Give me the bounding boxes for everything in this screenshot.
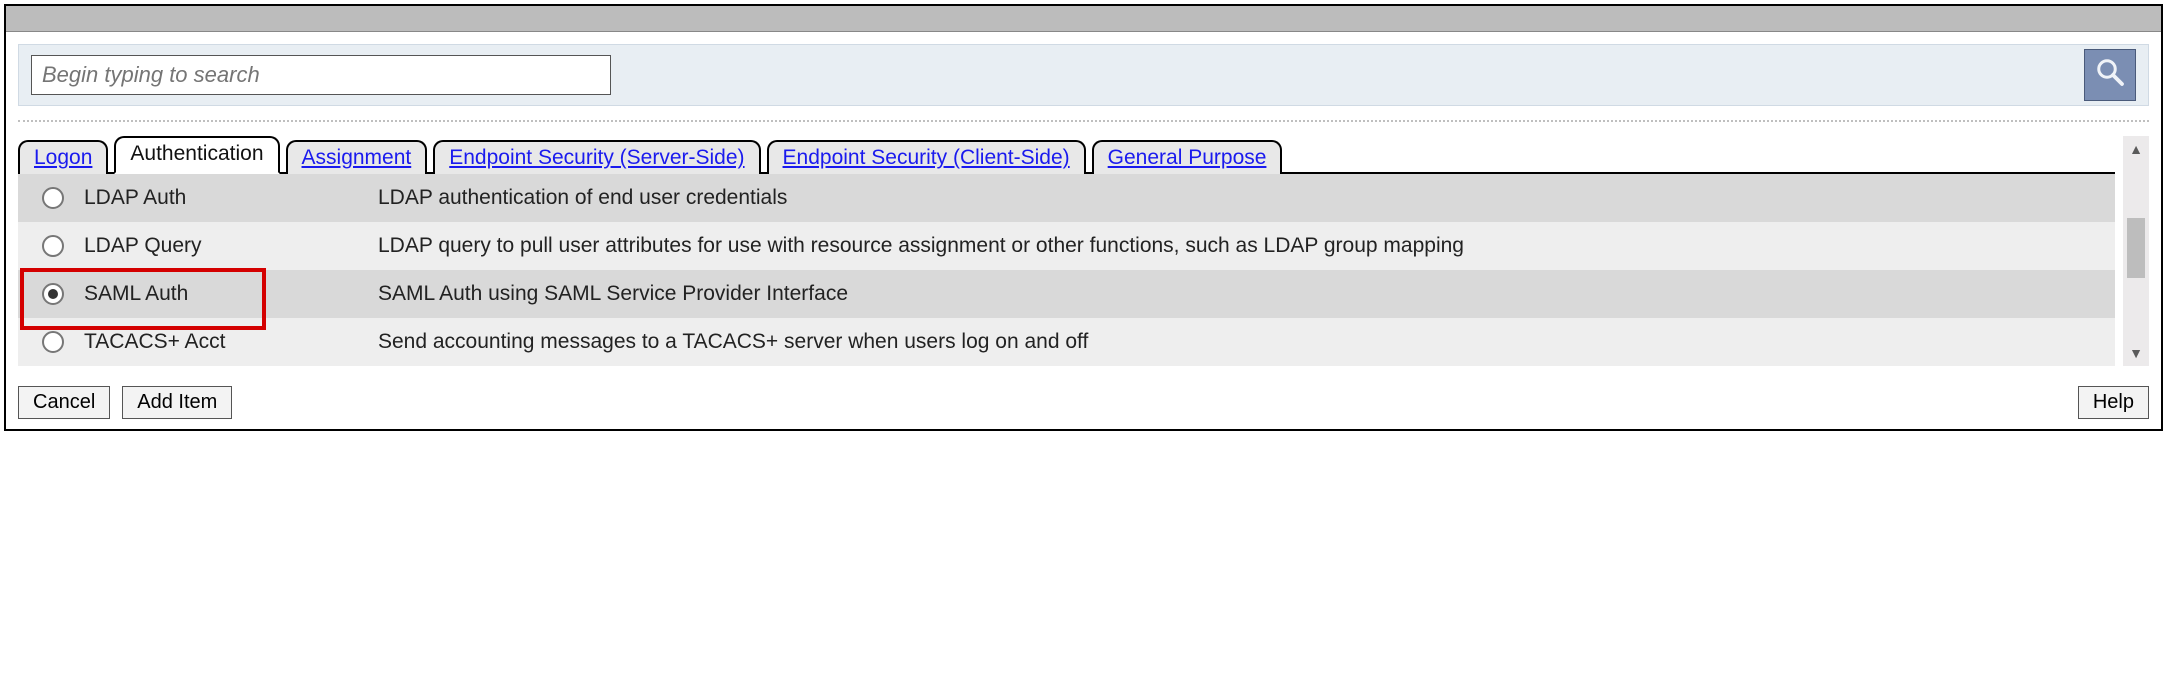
list-item[interactable]: TACACS+ Acct Send accounting messages to…	[18, 318, 2115, 366]
item-desc: Send accounting messages to a TACACS+ se…	[378, 330, 2105, 354]
tab-label: Endpoint Security (Client-Side)	[783, 146, 1070, 169]
cancel-button[interactable]: Cancel	[18, 386, 110, 419]
tab-label: Authentication	[130, 142, 263, 165]
scroll-down-icon[interactable]: ▼	[2129, 344, 2143, 362]
content-area: Logon Authentication Assignment Endpoint…	[6, 32, 2161, 376]
footer-bar: Cancel Add Item Help	[6, 376, 2161, 429]
add-item-button[interactable]: Add Item	[122, 386, 232, 419]
list-item[interactable]: LDAP Query LDAP query to pull user attri…	[18, 222, 2115, 270]
list-item[interactable]: SAML Auth SAML Auth using SAML Service P…	[18, 270, 2115, 318]
tab-label: Assignment	[302, 146, 412, 169]
help-button[interactable]: Help	[2078, 386, 2149, 419]
item-desc: SAML Auth using SAML Service Provider In…	[378, 282, 2105, 306]
tab-endpoint-client[interactable]: Endpoint Security (Client-Side)	[767, 140, 1086, 174]
search-bar	[18, 44, 2149, 106]
auth-item-list: LDAP Auth LDAP authentication of end use…	[18, 174, 2115, 366]
item-name: SAML Auth	[78, 282, 378, 306]
radio-icon[interactable]	[42, 235, 64, 257]
divider	[18, 120, 2149, 122]
magnifier-icon	[2092, 54, 2128, 96]
item-name: LDAP Query	[78, 234, 378, 258]
item-name: TACACS+ Acct	[78, 330, 378, 354]
scroll-thumb[interactable]	[2127, 218, 2145, 278]
radio-icon[interactable]	[42, 331, 64, 353]
tab-label: General Purpose	[1108, 146, 1267, 169]
item-name: LDAP Auth	[78, 186, 378, 210]
vertical-scrollbar[interactable]: ▲ ▼	[2123, 136, 2149, 366]
tab-general-purpose[interactable]: General Purpose	[1092, 140, 1283, 174]
tab-assignment[interactable]: Assignment	[286, 140, 428, 174]
radio-icon[interactable]	[42, 187, 64, 209]
title-bar[interactable]	[6, 6, 2161, 32]
tab-endpoint-server[interactable]: Endpoint Security (Server-Side)	[433, 140, 760, 174]
scroll-track[interactable]	[2127, 158, 2145, 344]
tab-label: Endpoint Security (Server-Side)	[449, 146, 744, 169]
list-item[interactable]: LDAP Auth LDAP authentication of end use…	[18, 174, 2115, 222]
tab-logon[interactable]: Logon	[18, 140, 108, 174]
radio-icon[interactable]	[42, 283, 64, 305]
tab-authentication[interactable]: Authentication	[114, 136, 279, 174]
search-button[interactable]	[2084, 49, 2136, 101]
item-desc: LDAP authentication of end user credenti…	[378, 186, 2105, 210]
scroll-up-icon[interactable]: ▲	[2129, 140, 2143, 158]
tab-bar: Logon Authentication Assignment Endpoint…	[18, 136, 2115, 174]
search-input[interactable]	[31, 55, 611, 95]
tab-label: Logon	[34, 146, 92, 169]
dialog-frame: Logon Authentication Assignment Endpoint…	[4, 4, 2163, 431]
item-desc: LDAP query to pull user attributes for u…	[378, 234, 2105, 258]
